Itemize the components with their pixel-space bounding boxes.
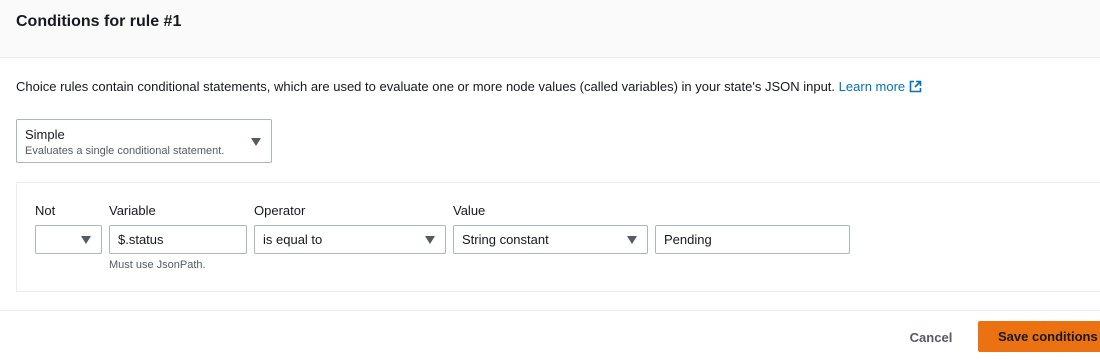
- caret-down-icon: [627, 236, 637, 244]
- operator-select[interactable]: is equal to: [254, 225, 446, 254]
- description-text: Choice rules contain conditional stateme…: [16, 79, 836, 94]
- rule-type-value: Simple: [25, 127, 65, 142]
- save-conditions-button[interactable]: Save conditions: [978, 321, 1100, 352]
- modal-title: Conditions for rule #1: [16, 13, 182, 30]
- external-link-icon[interactable]: [909, 80, 922, 97]
- not-label: Not: [35, 203, 56, 218]
- rule-description: Choice rules contain conditional stateme…: [16, 79, 922, 97]
- modal-header: Conditions for rule #1: [0, 0, 1100, 58]
- operator-select-value: is equal to: [263, 232, 323, 247]
- learn-more-label[interactable]: Learn more: [839, 79, 905, 94]
- learn-more-link[interactable]: Learn more: [839, 79, 922, 94]
- not-select[interactable]: [35, 225, 102, 254]
- rule-type-select[interactable]: Simple Evaluates a single conditional st…: [16, 119, 272, 163]
- operator-label: Operator: [254, 203, 306, 218]
- caret-down-icon: [251, 138, 261, 146]
- cancel-button[interactable]: Cancel: [900, 322, 962, 352]
- variable-input[interactable]: $.status: [109, 225, 247, 254]
- value-type-select-value: String constant: [462, 232, 549, 247]
- value-input[interactable]: Pending: [655, 225, 850, 254]
- caret-down-icon: [425, 236, 435, 244]
- variable-hint: Must use JsonPath.: [109, 259, 206, 271]
- variable-label: Variable: [109, 203, 156, 218]
- value-label: Value: [453, 203, 486, 218]
- variable-input-value: $.status: [118, 232, 164, 247]
- footer-divider: [0, 310, 1100, 311]
- value-input-value: Pending: [664, 232, 712, 247]
- value-type-select[interactable]: String constant: [453, 225, 648, 254]
- caret-down-icon: [81, 236, 91, 244]
- rule-type-description: Evaluates a single conditional statement…: [25, 145, 225, 157]
